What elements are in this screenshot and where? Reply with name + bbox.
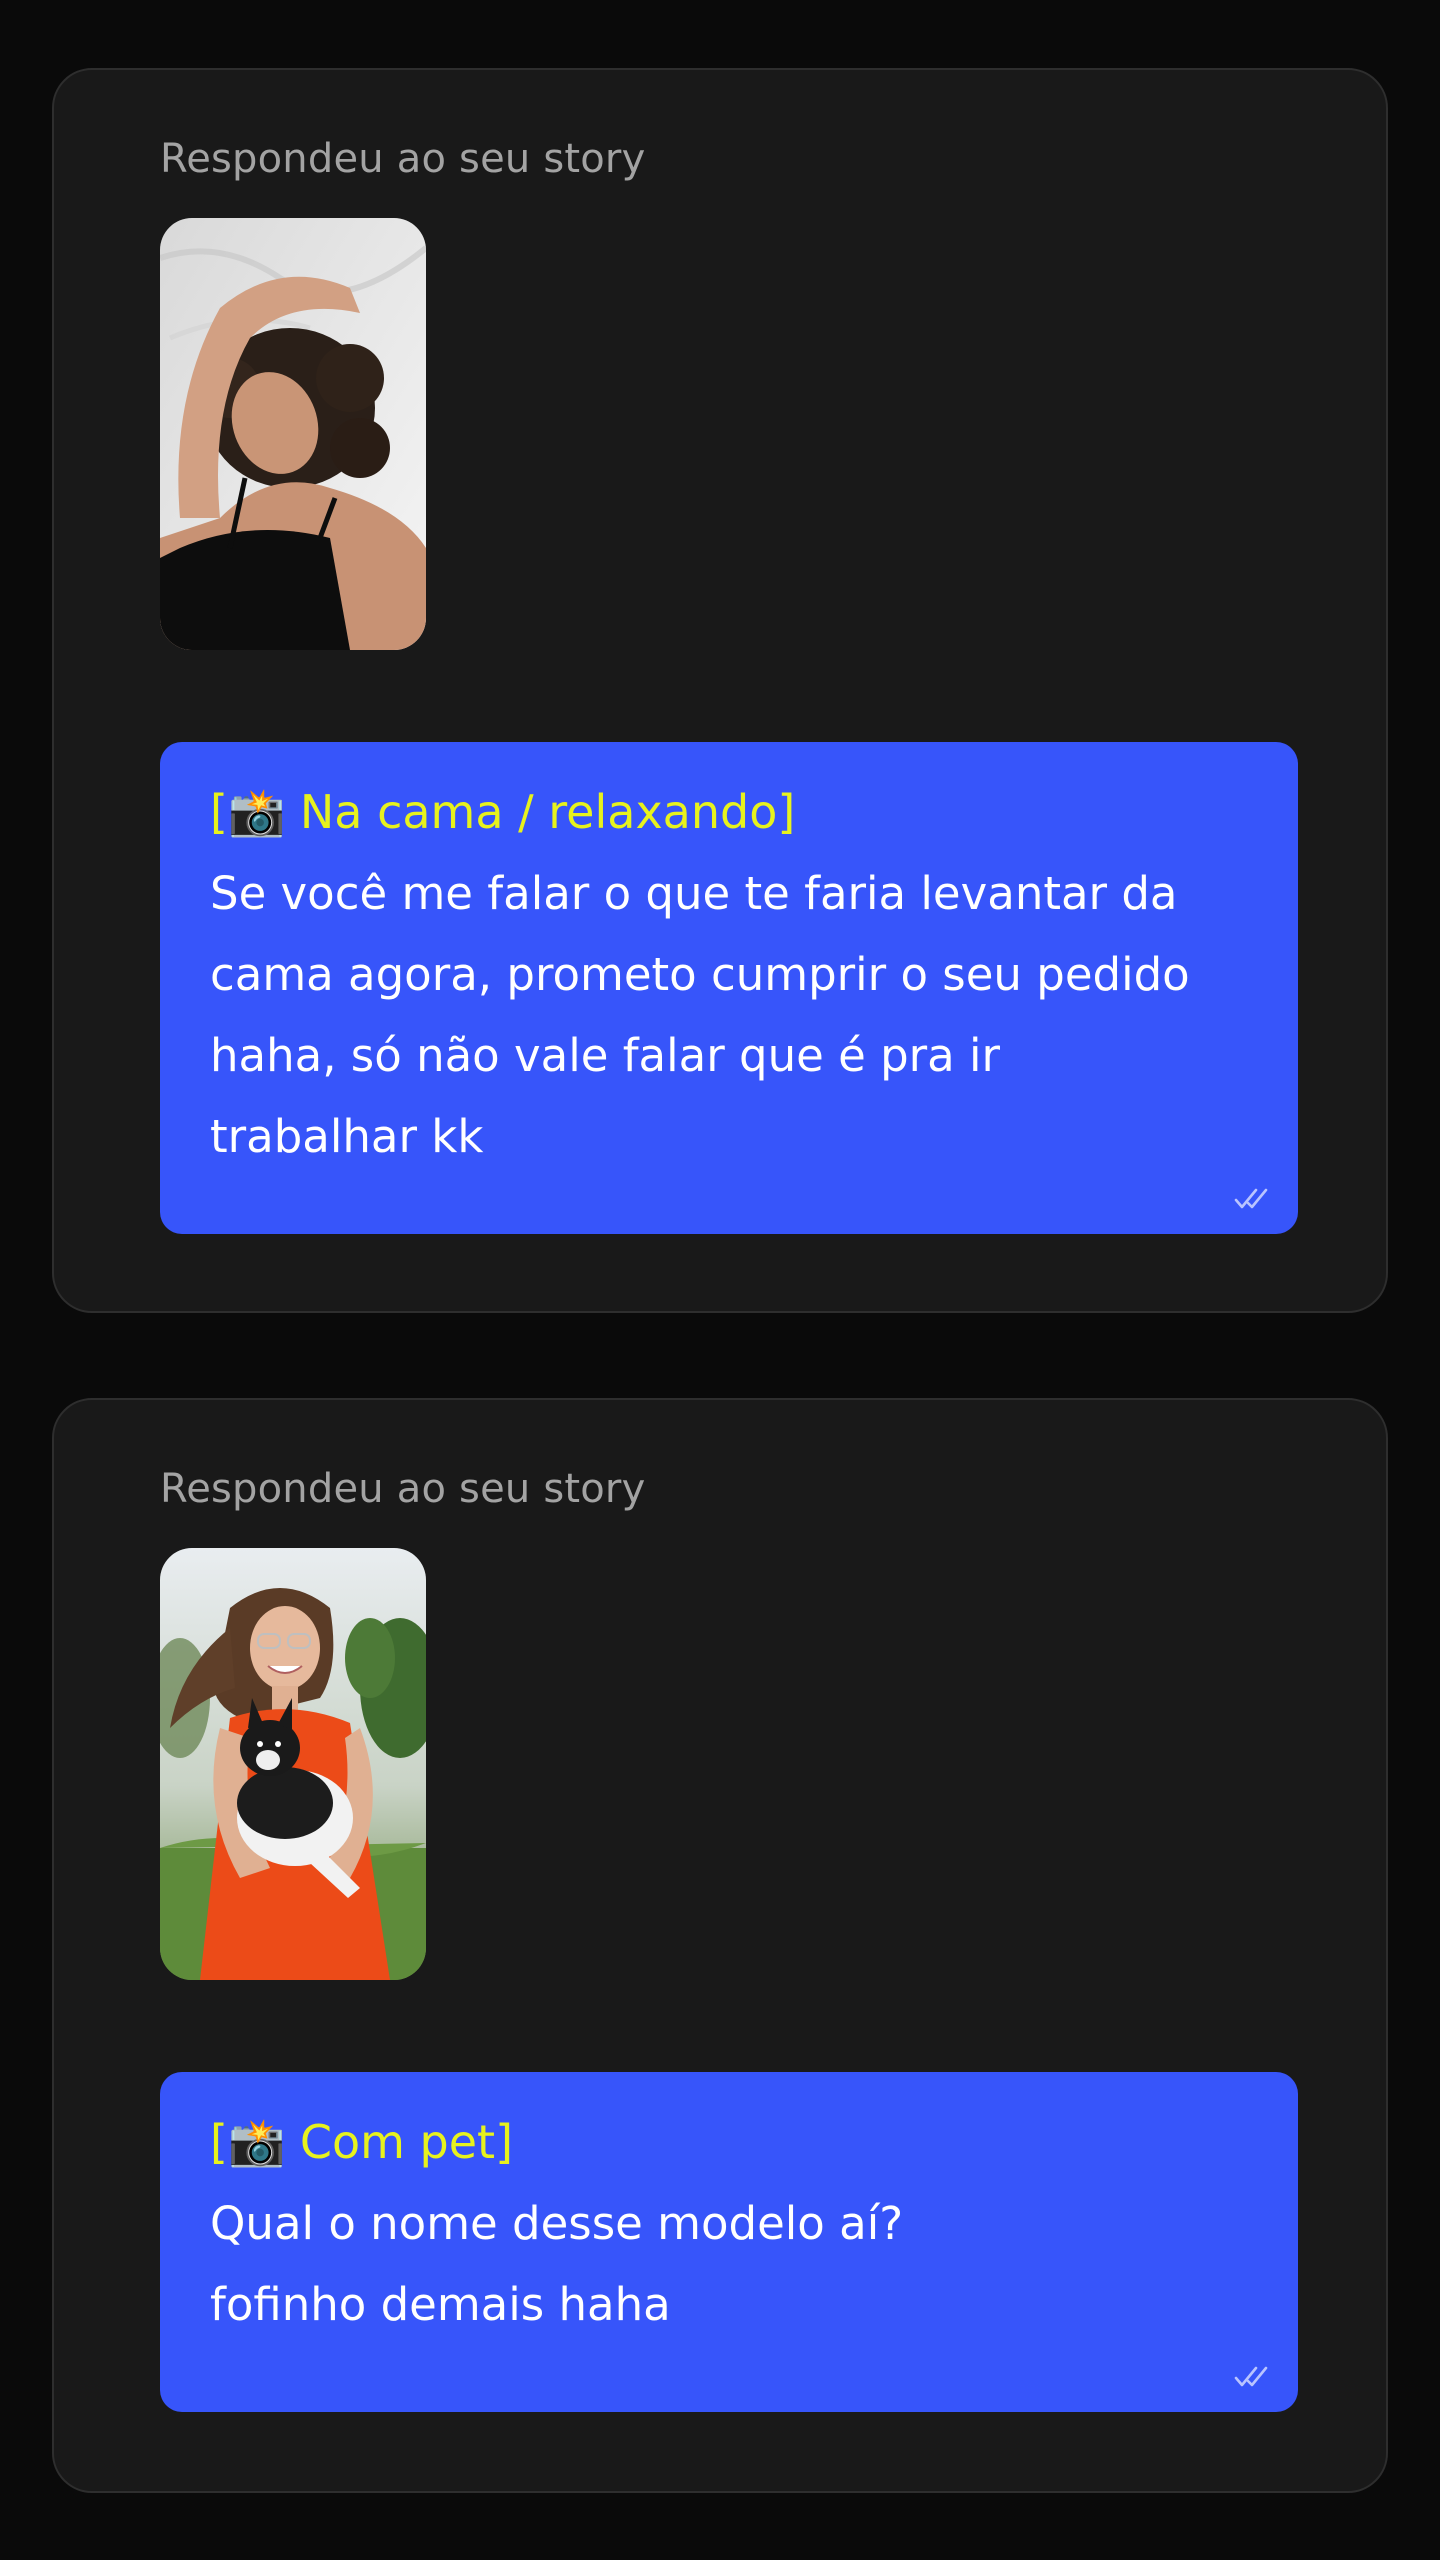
- double-check-icon: [1234, 1188, 1268, 1209]
- reply-message-bubble[interactable]: [📸 Na cama / relaxando] Se você me falar…: [160, 742, 1298, 1234]
- story-reply-card: Respondeu ao seu story: [52, 68, 1388, 1313]
- message-line: haha, só não vale falar que é pra ir: [210, 1029, 1001, 1082]
- message-line: trabalhar kk: [210, 1110, 484, 1163]
- message-line: Se você me falar o que te faria levantar…: [210, 867, 1178, 920]
- story-photo-woman-holding-dog: [160, 1548, 426, 1980]
- story-thumbnail[interactable]: [160, 1548, 426, 1980]
- double-check-icon: [1234, 2366, 1268, 2387]
- reply-message-bubble[interactable]: [📸 Com pet] Qual o nome desse modelo aí?…: [160, 2072, 1298, 2412]
- message-line: fofinho demais haha: [210, 2278, 671, 2331]
- message-line: Qual o nome desse modelo aí?: [210, 2197, 904, 2250]
- story-reply-label: Respondeu ao seu story: [160, 136, 646, 182]
- story-photo-woman-relaxing-in-bed: [160, 218, 426, 650]
- story-reply-card: Respondeu ao seu story: [52, 1398, 1388, 2493]
- story-thumbnail[interactable]: [160, 218, 426, 650]
- story-caption: [📸 Com pet]: [210, 2115, 514, 2169]
- story-caption: [📸 Na cama / relaxando]: [210, 785, 796, 839]
- story-reply-label: Respondeu ao seu story: [160, 1466, 646, 1512]
- message-line: cama agora, prometo cumprir o seu pedido: [210, 948, 1190, 1001]
